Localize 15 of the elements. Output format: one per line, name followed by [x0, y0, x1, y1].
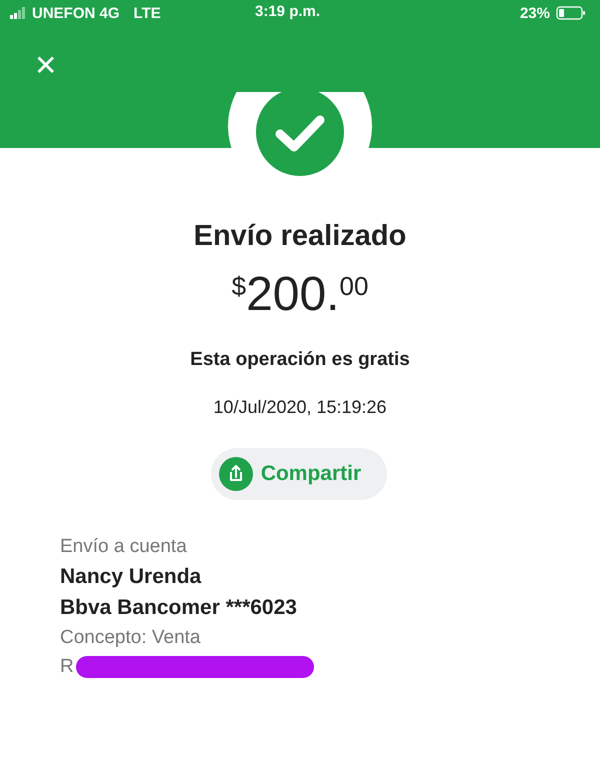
- close-button[interactable]: ✕: [34, 52, 58, 80]
- amount-value: $^{$}$200.$^{00}$: [230, 271, 370, 319]
- detail-label: R: [60, 656, 74, 678]
- success-title: Envío realizado: [192, 220, 408, 253]
- detail-value: Bbva Bancomer ***6023: [60, 596, 297, 620]
- battery-percent: 23%: [520, 4, 550, 22]
- detail-label: Envío a cuenta: [60, 536, 187, 558]
- network-type: LTE: [134, 4, 161, 22]
- transaction-date: 10/Jul/2020, 15:19:26: [212, 397, 388, 418]
- detail-label: Concepto: Venta: [60, 627, 200, 649]
- detail-value: Nancy Urenda: [60, 565, 202, 589]
- carrier-name: UNEFON 4G: [32, 4, 120, 22]
- status-time: 3:19 p.m.: [255, 3, 320, 20]
- share-button[interactable]: Compartir: [210, 448, 388, 500]
- fee-note: Esta operación es gratis: [189, 349, 411, 371]
